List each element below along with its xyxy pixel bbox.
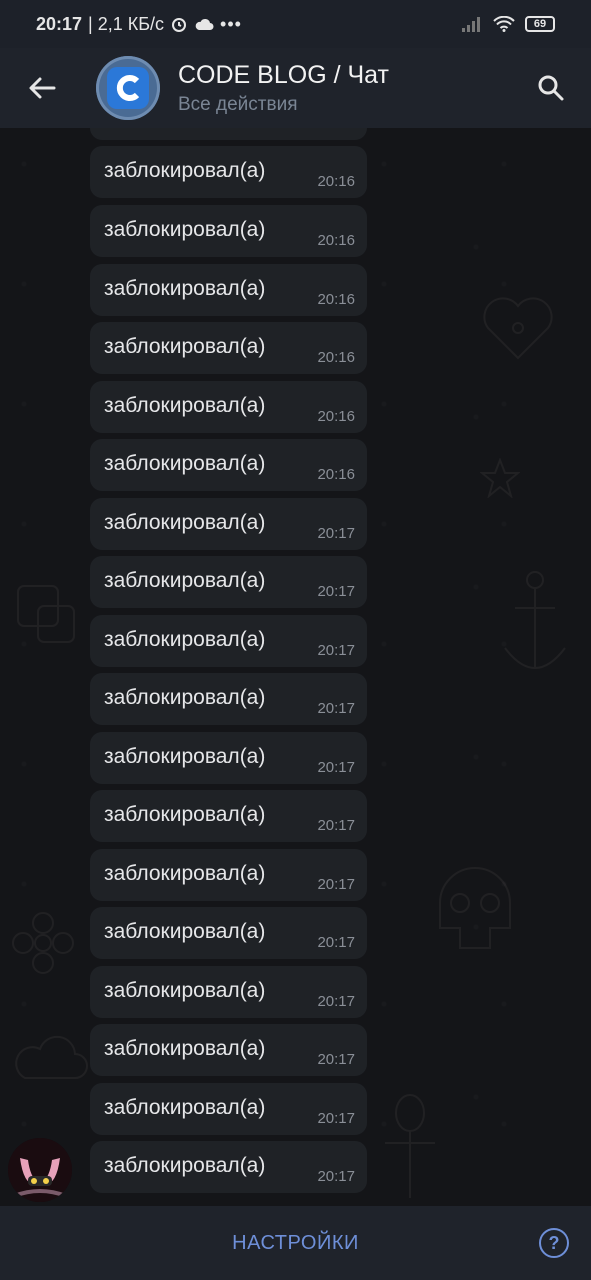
message-text: заблокировал(а) xyxy=(104,862,266,885)
message-bubble[interactable]: заблокировал(а) 20:16 xyxy=(90,264,367,316)
message-bubble[interactable]: заблокировал(а) 20:17 xyxy=(90,907,367,959)
search-icon xyxy=(538,75,564,101)
signal-icon xyxy=(462,17,480,32)
message-bubble[interactable]: заблокировал(а) 20:17 xyxy=(90,498,367,550)
message-time: 20:16 xyxy=(317,349,355,366)
sender-avatar-image-icon xyxy=(8,1138,72,1202)
status-left: 20:17 | 2,1 КБ/с ••• xyxy=(36,14,242,35)
message-time: 20:16 xyxy=(317,232,355,249)
status-bar: 20:17 | 2,1 КБ/с ••• 69 xyxy=(0,0,591,48)
message-text: заблокировал(а) xyxy=(104,745,266,768)
message-time: 20:17 xyxy=(317,876,355,893)
message-time: 20:17 xyxy=(317,817,355,834)
arrow-left-icon xyxy=(29,77,56,99)
message-bubble[interactable]: заблокировал(а) 20:17 xyxy=(90,966,367,1018)
message-bubble[interactable]: заблокировал(а) 20:16 xyxy=(90,146,367,198)
message-text: заблокировал(а) xyxy=(104,335,266,358)
back-button[interactable] xyxy=(0,48,84,128)
help-button[interactable]: ? xyxy=(539,1228,569,1258)
message-text: заблокировал(а) xyxy=(104,1154,266,1177)
wifi-icon xyxy=(493,16,515,32)
chat-subtitle: Все действия xyxy=(178,93,298,115)
message-text: заблокировал(а) xyxy=(104,159,266,182)
message-text: заблокировал(а) xyxy=(104,394,266,417)
status-time: 20:17 xyxy=(36,13,83,34)
chat-avatar[interactable] xyxy=(96,56,160,120)
message-time: 20:17 xyxy=(317,1110,355,1127)
chat-title: CODE BLOG / Чат xyxy=(178,60,389,89)
app-bar: CODE BLOG / Чат Все действия xyxy=(0,48,591,128)
message-list[interactable]: 20:16 заблокировал(а) 20:16 заблокировал… xyxy=(0,128,591,1206)
message-bubble[interactable]: заблокировал(а) 20:16 xyxy=(90,322,367,374)
message-text: заблокировал(а) xyxy=(104,920,266,943)
message-text: заблокировал(а) xyxy=(104,1037,266,1060)
message-bubble[interactable]: заблокировал(а) 20:17 xyxy=(90,673,367,725)
message-bubble[interactable]: заблокировал(а) 20:17 xyxy=(90,615,367,667)
message-bubble[interactable]: заблокировал(а) 20:17 xyxy=(90,1083,367,1135)
message-bubble[interactable]: заблокировал(а) 20:17 xyxy=(90,1141,367,1193)
bottom-bar: НАСТРОЙКИ ? xyxy=(0,1206,591,1280)
message-bubble[interactable]: заблокировал(а) 20:16 xyxy=(90,205,367,257)
more-notifications-icon: ••• xyxy=(220,13,242,34)
message-time: 20:17 xyxy=(317,934,355,951)
cloud-icon xyxy=(195,18,214,30)
message-bubble[interactable]: заблокировал(а) 20:17 xyxy=(90,790,367,842)
message-text: заблокировал(а) xyxy=(104,628,266,651)
message-time: 20:16 xyxy=(317,466,355,483)
status-speed: | 2,1 КБ/с xyxy=(88,13,165,34)
message-text: заблокировал(а) xyxy=(104,569,266,592)
message-time: 20:17 xyxy=(317,642,355,659)
alarm-icon xyxy=(172,18,187,32)
message-bubble[interactable]: заблокировал(а) 20:17 xyxy=(90,732,367,784)
message-text: заблокировал(а) xyxy=(104,803,266,826)
message-bubble[interactable]: заблокировал(а) 20:16 xyxy=(90,381,367,433)
message-time: 20:16 xyxy=(317,291,355,308)
message-text: заблокировал(а) xyxy=(104,218,266,241)
sender-avatar[interactable] xyxy=(8,1138,72,1202)
message-time: 20:17 xyxy=(317,993,355,1010)
code-blog-logo-icon xyxy=(107,67,149,109)
message-text: заблокировал(а) xyxy=(104,511,266,534)
message-time: 20:17 xyxy=(317,525,355,542)
status-right: 69 xyxy=(461,16,555,32)
message-text: заблокировал(а) xyxy=(104,277,266,300)
message-time: 20:16 xyxy=(317,128,355,132)
settings-button[interactable]: НАСТРОЙКИ xyxy=(232,1232,359,1255)
message-time: 20:17 xyxy=(317,1051,355,1068)
message-bubble[interactable]: заблокировал(а) 20:17 xyxy=(90,1024,367,1076)
message-bubble[interactable]: заблокировал(а) 20:16 xyxy=(90,439,367,491)
help-icon: ? xyxy=(548,1232,560,1253)
message-bubble[interactable]: заблокировал(а) 20:17 xyxy=(90,849,367,901)
message-text: заблокировал(а) xyxy=(104,1096,266,1119)
message-time: 20:17 xyxy=(317,1168,355,1185)
message-time: 20:17 xyxy=(317,759,355,776)
message-text: заблокировал(а) xyxy=(104,686,266,709)
message-time: 20:16 xyxy=(317,408,355,425)
message-time: 20:17 xyxy=(317,700,355,717)
message-bubble[interactable]: заблокировал(а) 20:17 xyxy=(90,556,367,608)
message-bubble-partial: 20:16 xyxy=(90,128,367,140)
message-time: 20:17 xyxy=(317,583,355,600)
search-button[interactable] xyxy=(531,68,571,108)
battery-icon: 69 xyxy=(525,16,555,32)
message-text: заблокировал(а) xyxy=(104,452,266,475)
chat-title-block[interactable]: CODE BLOG / Чат Все действия xyxy=(178,61,389,116)
message-time: 20:16 xyxy=(317,173,355,190)
message-text: заблокировал(а) xyxy=(104,979,266,1002)
